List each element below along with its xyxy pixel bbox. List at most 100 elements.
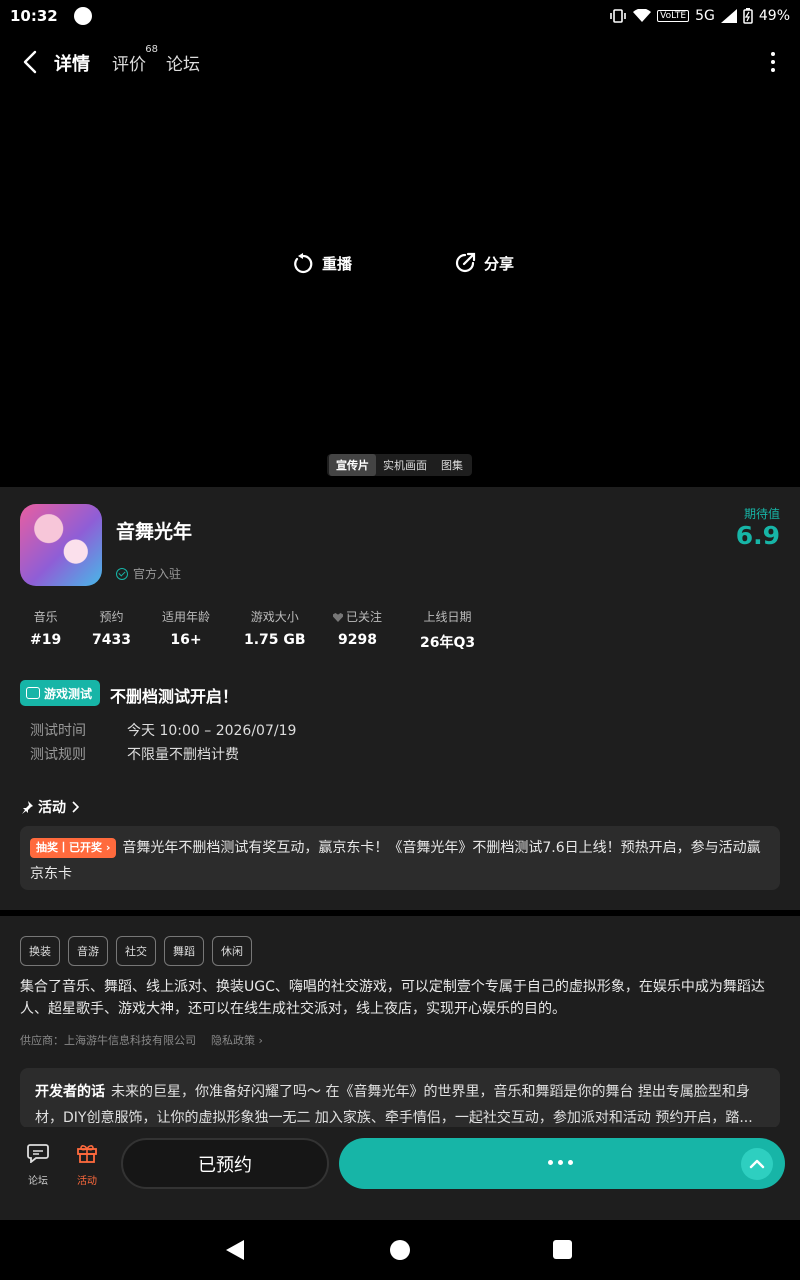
share-button[interactable]: 分享 [454, 252, 514, 274]
tag-item[interactable]: 音游 [68, 936, 108, 966]
tag-item[interactable]: 社交 [116, 936, 156, 966]
stat-key: 游戏大小 [250, 610, 299, 624]
replay-icon [294, 253, 313, 274]
game-test-label: 游戏测试 [44, 686, 93, 701]
test-icon [26, 687, 40, 699]
activity-text: 音舞光年不删档测试有奖互动，赢京东卡！《音舞光年》不删档测试7.6日上线！预热开… [30, 840, 761, 882]
wifi-icon [633, 9, 652, 22]
stat-value: 1.75 GB [244, 632, 306, 648]
tab-reviews-label: 评价 [112, 55, 146, 75]
game-test-badge: 游戏测试 [20, 680, 101, 706]
stat-key: 已关注 [346, 610, 383, 624]
forum-button[interactable]: 论坛 [18, 1143, 58, 1187]
expectation-label: 期待值 [743, 507, 780, 521]
signal-icon [720, 9, 737, 23]
ellipsis-icon [548, 1160, 573, 1165]
share-icon [455, 252, 476, 273]
primary-action-button[interactable] [339, 1138, 785, 1189]
test-title: 不删档测试开启！ [110, 687, 239, 706]
activity-header[interactable]: 活动 [20, 797, 79, 817]
chevron-up-icon [749, 1159, 765, 1169]
lottery-badge: 抽奖丨已开奖 › [30, 838, 117, 858]
developer-note[interactable]: 开发者的话 未来的巨星，你准备好闪耀了吗～ 在《音舞光年》的世界里，音乐和舞蹈是你… [20, 1068, 780, 1128]
status-time: 10:32 [10, 7, 58, 25]
status-indicators: VoLTE 5G 49% [609, 8, 790, 24]
expectation-score: 期待值 6.9 [736, 505, 780, 550]
reserved-button[interactable]: 已预约 [121, 1138, 329, 1189]
lottery-badge-label: 抽奖丨已开奖 [36, 841, 102, 854]
video-player[interactable]: 重播 分享 宣传片 实机画面 图集 [0, 84, 800, 487]
forum-label: 论坛 [28, 1176, 48, 1187]
status-bar: 10:32 VoLTE 5G 49% [0, 0, 800, 32]
reviews-count: 68 [145, 44, 158, 55]
heart-icon [333, 613, 343, 622]
privacy-policy-label: 隐私政策 [211, 1034, 255, 1047]
back-icon[interactable] [20, 50, 42, 74]
app-notification-icon [73, 7, 92, 25]
stat-release-date: 上线日期 26年Q3 [420, 608, 475, 652]
tag-item[interactable]: 舞蹈 [164, 936, 204, 966]
activity-card[interactable]: 抽奖丨已开奖 › 音舞光年不删档测试有奖互动，赢京东卡！《音舞光年》不删档测试7.… [20, 826, 780, 890]
stat-followers[interactable]: 已关注 9298 [333, 608, 382, 648]
share-label: 分享 [484, 254, 515, 273]
expectation-value: 6.9 [735, 521, 780, 550]
developer-note-text: 未来的巨星，你准备好闪耀了吗～ 在《音舞光年》的世界里，音乐和舞蹈是你的舞台 捏… [35, 1084, 753, 1126]
battery-percent: 49% [758, 8, 790, 24]
pin-icon [22, 800, 33, 814]
media-tab-gameplay[interactable]: 实机画面 [376, 454, 434, 476]
chat-icon [27, 1144, 49, 1164]
tab-forum[interactable]: 论坛 [166, 50, 200, 75]
test-time-value: 今天 10:00 – 2026/07/19 [127, 723, 297, 739]
media-tab-gallery[interactable]: 图集 [434, 454, 470, 476]
tab-detail[interactable]: 详情 [54, 50, 90, 76]
developer-note-label: 开发者的话 [35, 1084, 105, 1100]
stat-key: 上线日期 [423, 610, 472, 624]
stat-key: 预约 [99, 610, 124, 624]
tag-item[interactable]: 换装 [20, 936, 60, 966]
stat-value: #19 [30, 632, 62, 648]
privacy-policy-link[interactable]: 隐私政策 › [211, 1032, 263, 1048]
app-name: 音舞光年 [116, 521, 193, 543]
more-menu-icon[interactable] [770, 52, 776, 72]
tab-reviews[interactable]: 评价 68 [112, 44, 158, 75]
stat-value: 9298 [338, 632, 377, 648]
official-label: 官方入驻 [133, 567, 182, 581]
network-type: 5G [695, 8, 715, 24]
stat-rank[interactable]: 音乐 #19 [30, 608, 61, 648]
game-description: 集合了音乐、舞蹈、线上派对、换装UGC、嗨唱的社交游戏，可以定制壹个专属于自己的… [20, 979, 765, 1017]
system-home-icon[interactable] [390, 1240, 410, 1260]
activity-button[interactable]: 活动 [67, 1143, 107, 1187]
test-rule-label: 测试规则 [30, 747, 86, 763]
activity-label: 活动 [77, 1176, 97, 1187]
system-navigation-bar [0, 1220, 800, 1280]
expand-up-button[interactable] [741, 1148, 773, 1180]
chevron-right-icon [72, 801, 79, 813]
test-time-label: 测试时间 [30, 723, 86, 739]
stat-age-rating: 适用年龄 16+ [162, 608, 210, 648]
system-back-icon[interactable] [226, 1240, 244, 1260]
replay-button[interactable]: 重播 [292, 252, 352, 274]
tag-item[interactable]: 休闲 [212, 936, 252, 966]
top-navigation: 详情 评价 68 论坛 [0, 40, 800, 84]
test-time-row: 测试时间 今天 10:00 – 2026/07/19 [30, 720, 296, 740]
activity-header-label: 活动 [38, 800, 66, 816]
media-tab-trailer[interactable]: 宣传片 [329, 454, 376, 476]
stat-value: 7433 [92, 632, 131, 648]
supplier-info: 供应商：上海游牛信息科技有限公司 [20, 1034, 196, 1047]
vibrate-icon [610, 9, 626, 23]
stat-key: 适用年龄 [162, 610, 211, 624]
stat-value: 26年Q3 [420, 635, 476, 651]
system-recents-icon[interactable] [553, 1240, 572, 1259]
game-info-panel: 音舞光年 官方入驻 期待值 6.9 音乐 #19 预约 7433 适用年龄 16… [0, 487, 800, 910]
volte-badge: VoLTE [657, 10, 690, 22]
media-tabs: 宣传片 实机画面 图集 [327, 454, 472, 476]
app-icon [20, 504, 102, 586]
tag-list: 换装 音游 社交 舞蹈 休闲 [20, 936, 252, 966]
stat-reservations: 预约 7433 [92, 608, 131, 648]
official-badge: 官方入驻 [116, 565, 181, 582]
stat-size: 游戏大小 1.75 GB [244, 608, 306, 648]
bottom-action-bar: 论坛 活动 已预约 [0, 1127, 800, 1220]
stat-value: 16+ [170, 632, 202, 648]
stat-key: 音乐 [33, 610, 58, 624]
replay-label: 重播 [322, 254, 353, 273]
